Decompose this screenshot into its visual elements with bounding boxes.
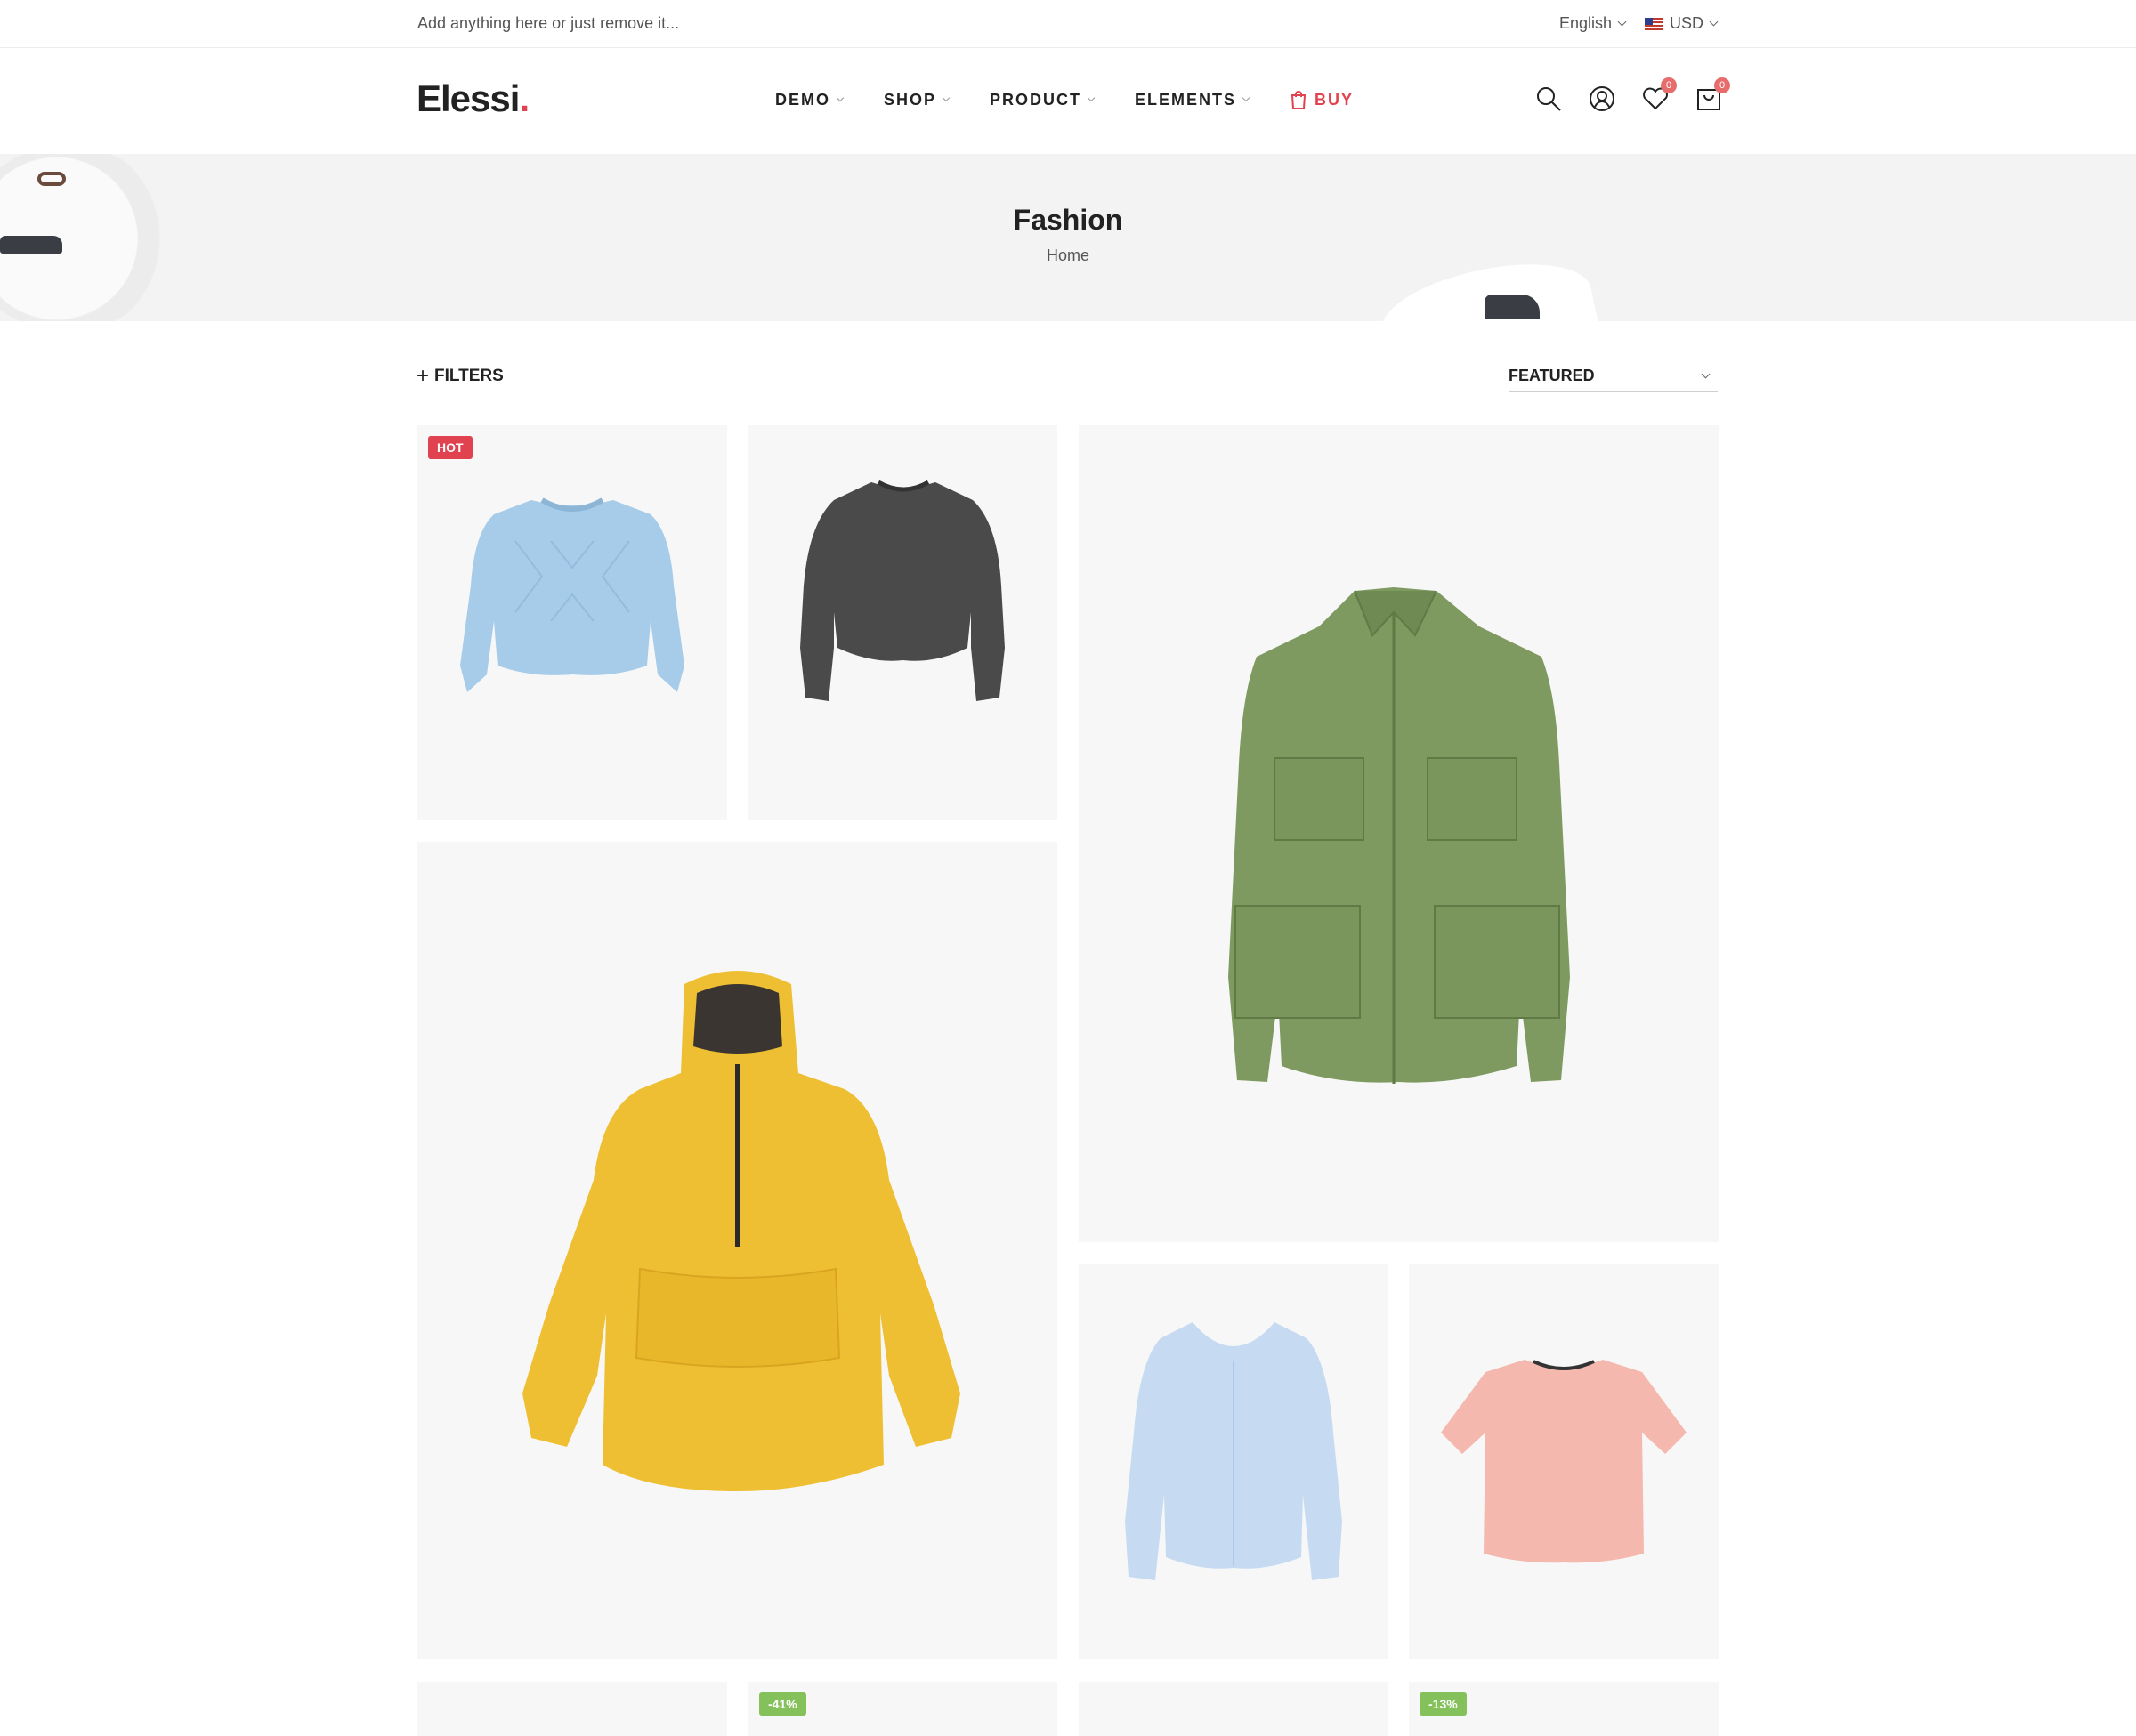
language-label: English (1559, 14, 1613, 32)
filters-label: FILTERS (434, 367, 504, 385)
page-title: Fashion (1013, 204, 1123, 236)
discount-badge: -41% (759, 1692, 806, 1716)
hot-badge: HOT (428, 436, 473, 459)
nav-label: BUY (1315, 90, 1355, 109)
sort-selected-value: FEATURED (1509, 367, 1595, 384)
nav-item-demo[interactable]: DEMO (775, 90, 845, 109)
nav-item-shop[interactable]: SHOP (884, 90, 951, 109)
charcoal-sweater-image (800, 480, 1005, 701)
logo-dot: . (519, 77, 530, 119)
cart-icon[interactable]: 0 (1695, 77, 1730, 113)
currency-selector[interactable]: USD (1645, 14, 1719, 33)
us-flag-icon (1645, 17, 1663, 30)
chevron-down-icon (1087, 93, 1096, 102)
product-card[interactable]: -13% (1409, 1682, 1719, 1736)
top-bar: Add anything here or just remove it... E… (0, 0, 2136, 48)
chevron-down-icon (1701, 369, 1711, 379)
site-logo[interactable]: Elessi. (417, 77, 530, 120)
product-card[interactable] (1079, 425, 1719, 1242)
cart-count-badge: 0 (1714, 77, 1730, 93)
discount-badge: -13% (1420, 1692, 1467, 1716)
shopping-bag-icon (1290, 90, 1307, 109)
plus-icon: + (417, 364, 430, 388)
nav-label: ELEMENTS (1135, 90, 1237, 109)
nav-label: DEMO (775, 90, 830, 109)
product-card[interactable]: -41% (748, 1682, 1057, 1736)
chevron-down-icon (1242, 93, 1250, 102)
nav-item-elements[interactable]: ELEMENTS (1135, 90, 1250, 109)
wishlist-count-badge: 0 (1661, 77, 1677, 93)
product-card[interactable]: HOT (417, 425, 727, 820)
heart-icon[interactable]: 0 (1641, 77, 1677, 113)
sunglasses-decoration (37, 172, 66, 186)
nav-item-product[interactable]: PRODUCT (990, 90, 1096, 109)
pink-tshirt-image (1441, 1360, 1687, 1563)
search-icon[interactable] (1534, 85, 1563, 113)
breadcrumb[interactable]: Home (0, 246, 2136, 265)
nav-item-buy[interactable]: BUY (1290, 90, 1354, 109)
product-card[interactable] (417, 1682, 727, 1736)
filters-button[interactable]: + FILTERS (417, 364, 504, 388)
page-title-banner: Fashion Home (0, 154, 2136, 321)
user-icon[interactable] (1588, 85, 1616, 113)
chevron-down-icon (1617, 17, 1627, 27)
chevron-down-icon (942, 93, 951, 102)
product-card[interactable] (1409, 1264, 1719, 1659)
product-card[interactable] (1079, 1682, 1388, 1736)
banner-decoration (1485, 295, 1540, 319)
product-card[interactable] (748, 425, 1057, 820)
yellow-anorak-image (522, 971, 960, 1491)
green-field-jacket-image (1228, 587, 1570, 1084)
currency-label: USD (1670, 14, 1704, 32)
logo-text: Elessi (417, 77, 520, 119)
nav-label: SHOP (884, 90, 937, 109)
language-selector[interactable]: English (1559, 14, 1627, 33)
light-blue-cardigan-image (1125, 1322, 1342, 1580)
shop-toolbar: + FILTERS FEATURED (0, 356, 2136, 400)
blue-sweater-image (460, 497, 684, 692)
sort-select[interactable]: FEATURED (1509, 361, 1718, 392)
nav-label: PRODUCT (990, 90, 1082, 109)
site-header: Elessi. DEMO SHOP PRODUCT ELEMENTS BUY 0… (0, 49, 2136, 154)
main-nav: DEMO SHOP PRODUCT ELEMENTS BUY (775, 90, 1354, 109)
product-card[interactable] (417, 842, 1057, 1659)
chevron-down-icon (836, 93, 845, 102)
chevron-down-icon (1709, 17, 1719, 27)
top-bar-message: Add anything here or just remove it... (417, 14, 680, 32)
product-card[interactable] (1079, 1264, 1388, 1659)
header-icons: 0 0 (1534, 77, 1730, 113)
